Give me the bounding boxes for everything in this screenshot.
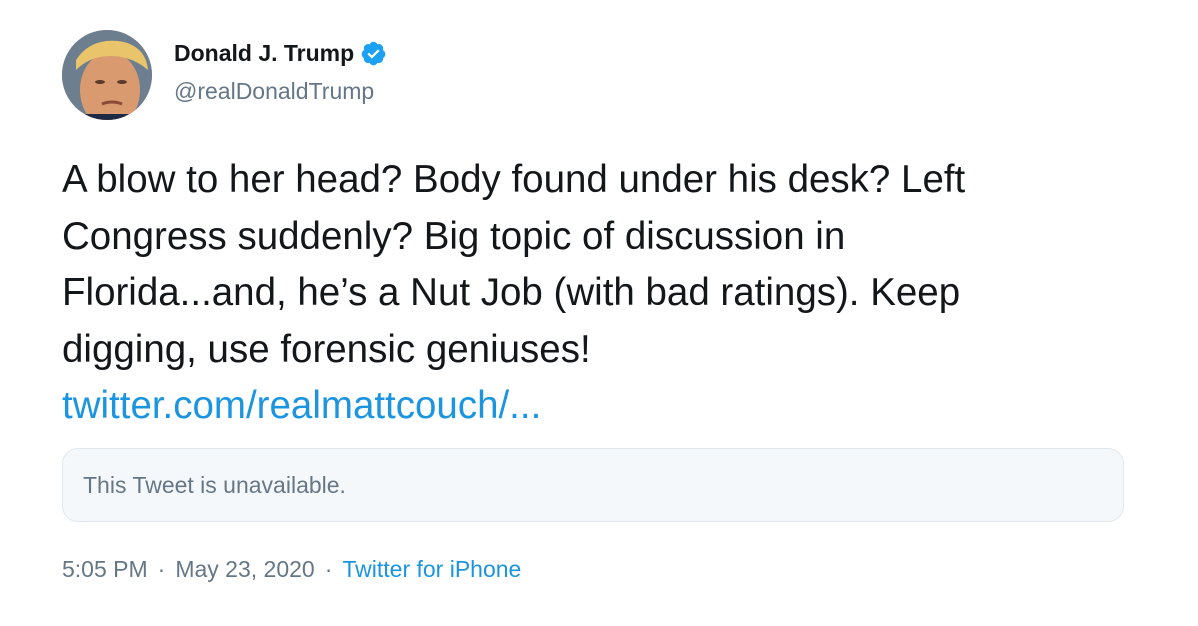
- tweet-text-line: Florida...and, he’s a Nut Job (with bad …: [62, 271, 961, 314]
- author-name-text[interactable]: Donald J. Trump: [174, 40, 354, 67]
- tweet-text-line: digging, use forensic geniuses!: [62, 327, 591, 371]
- meta-separator: ·: [324, 556, 333, 582]
- author-name[interactable]: Donald J. Trump: [174, 40, 387, 67]
- verified-badge-icon: [360, 40, 387, 67]
- tweet-text: A blow to her head? Body found under his…: [62, 152, 1122, 435]
- tweet-source[interactable]: Twitter for iPhone: [342, 556, 521, 582]
- tweet-time[interactable]: 5:05 PM: [62, 556, 148, 582]
- tweet-metadata: 5:05 PM · May 23, 2020 · Twitter for iPhone: [62, 556, 521, 583]
- tweet-text-line: A blow to her head? Body found under his…: [62, 158, 966, 201]
- author-handle[interactable]: @realDonaldTrump: [174, 78, 374, 105]
- tweet-date[interactable]: May 23, 2020: [175, 556, 314, 582]
- avatar[interactable]: [62, 30, 152, 120]
- profile-photo-icon: [62, 30, 152, 120]
- quoted-tweet-unavailable-text: This Tweet is unavailable.: [83, 471, 346, 498]
- tweet-text-line: Congress suddenly? Big topic of discussi…: [62, 214, 846, 258]
- meta-separator: ·: [157, 556, 166, 582]
- tweet-link[interactable]: twitter.com/realmattcouch/...: [62, 384, 541, 427]
- quoted-tweet-card[interactable]: This Tweet is unavailable.: [62, 448, 1124, 522]
